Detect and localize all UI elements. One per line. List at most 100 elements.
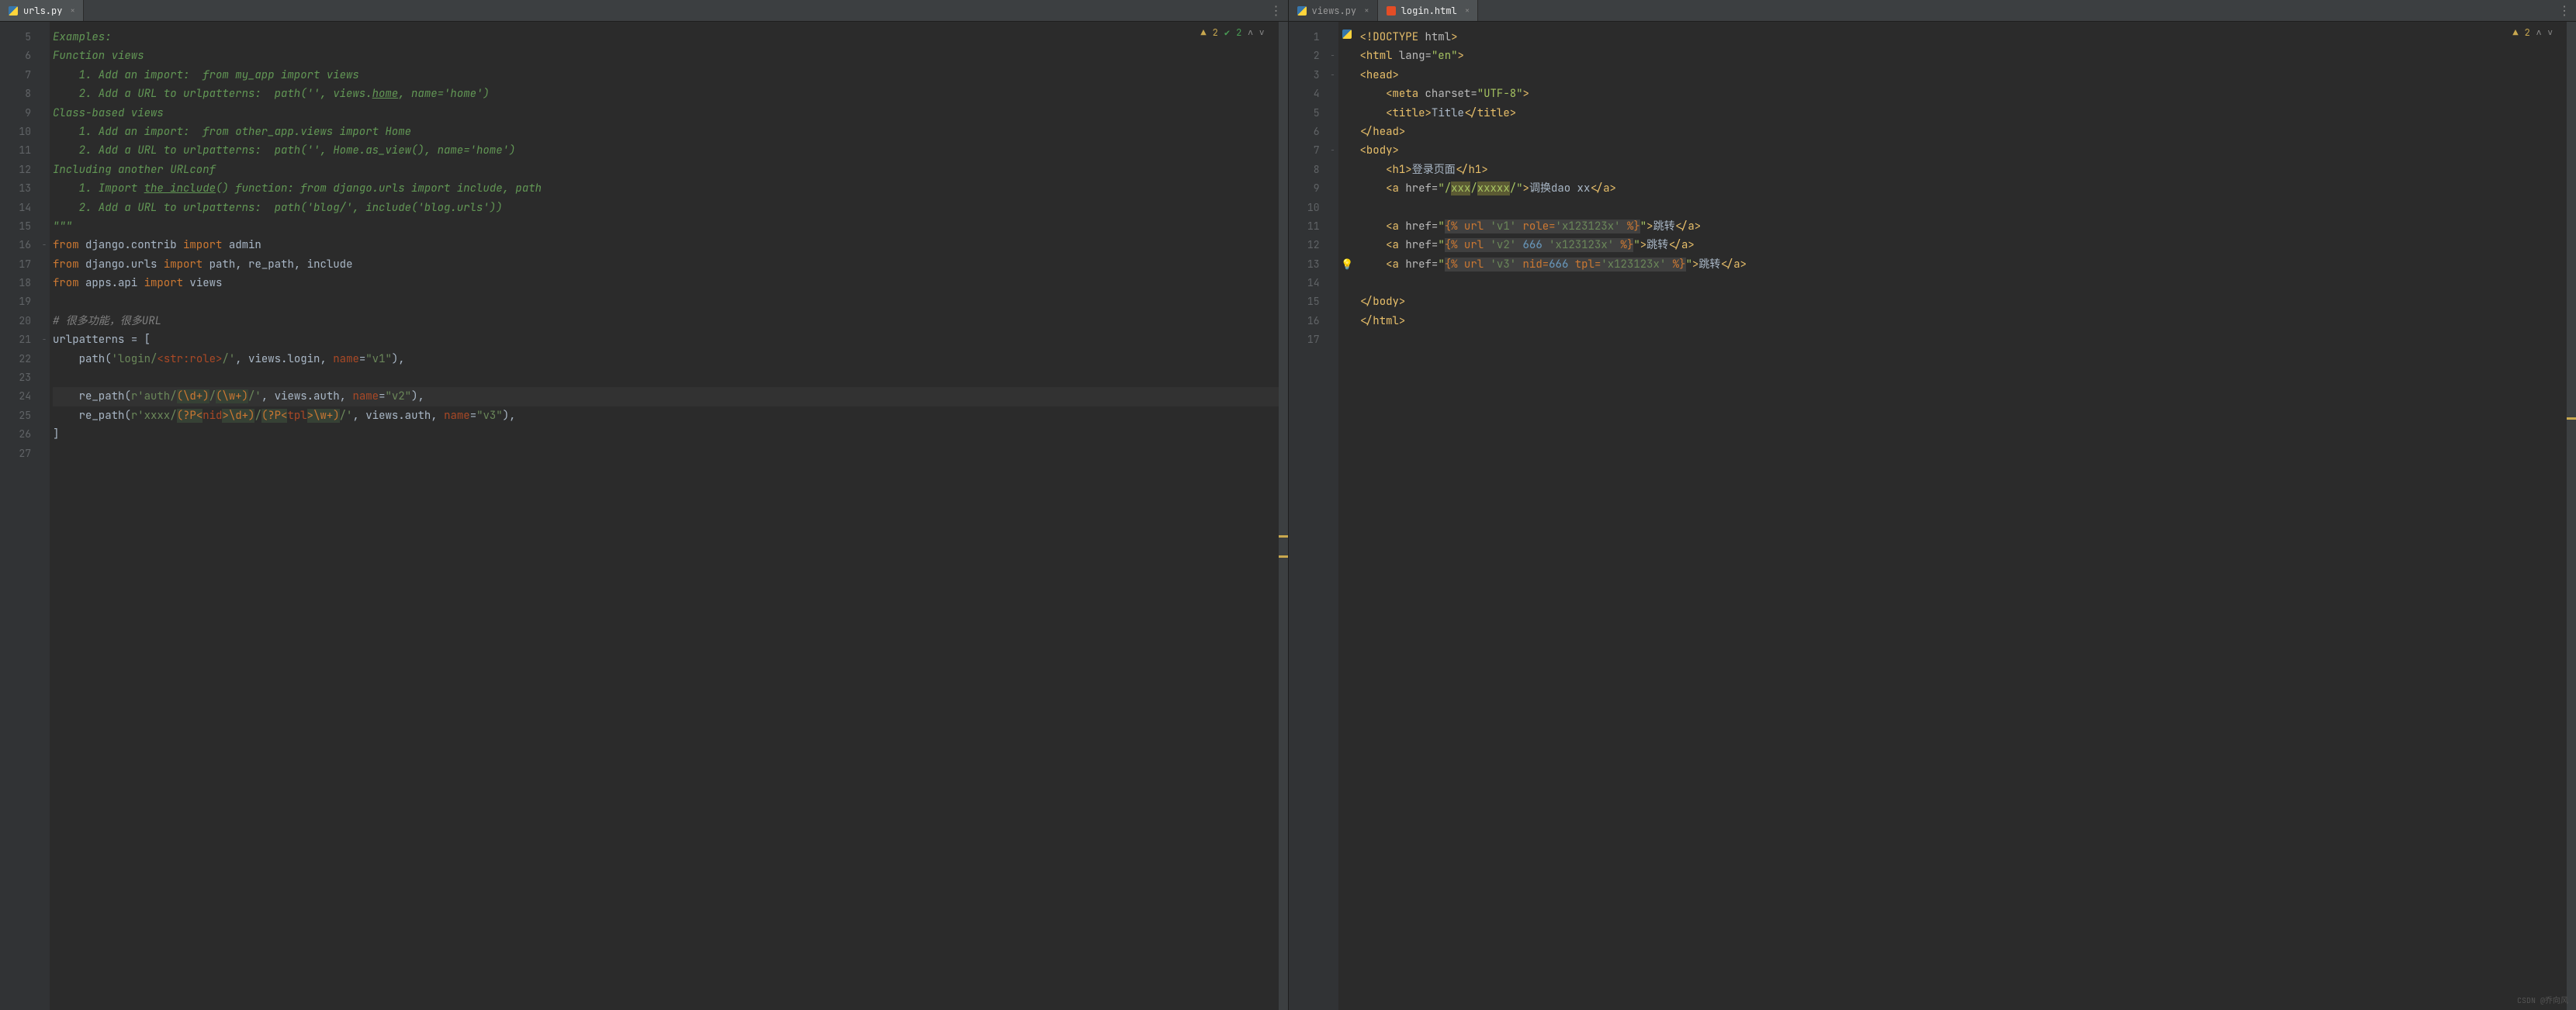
code-line[interactable]: </head> <box>1360 123 2576 141</box>
code-line[interactable]: 1. Add an import: from my_app import vie… <box>53 66 1288 85</box>
line-number[interactable]: 6 <box>0 47 31 65</box>
fold-marker[interactable]: − <box>1328 66 1338 85</box>
line-number[interactable]: 17 <box>1289 330 1320 349</box>
fold-marker[interactable] <box>39 292 50 311</box>
fold-marker[interactable] <box>1328 330 1338 349</box>
line-number[interactable]: 25 <box>0 406 31 425</box>
fold-column[interactable]: −− <box>39 22 50 1010</box>
fold-marker[interactable] <box>39 104 50 123</box>
fold-marker[interactable]: − <box>39 330 50 349</box>
chevron-up-icon[interactable]: ʌ <box>2536 27 2542 38</box>
line-number[interactable]: 22 <box>0 350 31 368</box>
chevron-down-icon[interactable]: v <box>1259 27 1265 38</box>
fold-marker[interactable] <box>39 85 50 103</box>
fold-marker[interactable] <box>39 123 50 141</box>
fold-marker[interactable] <box>1328 312 1338 330</box>
tab-views-py[interactable]: views.py × <box>1289 0 1378 21</box>
tab-login-html[interactable]: login.html × <box>1378 0 1479 21</box>
code-line[interactable]: <meta charset="UTF-8"> <box>1360 85 2576 103</box>
line-number[interactable]: 11 <box>0 141 31 160</box>
fold-marker[interactable] <box>39 406 50 425</box>
lightbulb-icon[interactable]: 💡 <box>1341 258 1353 271</box>
line-number[interactable]: 19 <box>0 292 31 311</box>
code-line[interactable]: 2. Add a URL to urlpatterns: path('', vi… <box>53 85 1288 103</box>
fold-marker[interactable] <box>1328 179 1338 198</box>
close-icon[interactable]: × <box>1364 5 1369 16</box>
code-line[interactable] <box>1360 199 2576 217</box>
inspection-widget[interactable]: ▲2 ✔2 ʌ v <box>1200 26 1264 39</box>
code-line[interactable]: 1. Import the include() function: from d… <box>53 179 1288 198</box>
fold-marker[interactable] <box>39 161 50 179</box>
code-line[interactable]: <a href="{% url 'v1' role='x123123x' %}"… <box>1360 217 2576 236</box>
code-line[interactable]: </body> <box>1360 292 2576 311</box>
line-number[interactable]: 6 <box>1289 123 1320 141</box>
code-line[interactable]: <title>Title</title> <box>1360 104 2576 123</box>
code-area[interactable]: Examples:Function views 1. Add an import… <box>50 22 1288 1010</box>
line-number[interactable]: 27 <box>0 444 31 463</box>
code-line[interactable]: """ <box>53 217 1288 236</box>
line-number[interactable]: 17 <box>0 255 31 274</box>
line-number[interactable]: 1 <box>1289 28 1320 47</box>
code-line[interactable]: <head> <box>1360 66 2576 85</box>
code-line[interactable]: urlpatterns = [ <box>53 330 1288 349</box>
tab-menu-icon[interactable]: ⋮ <box>2558 2 2570 19</box>
right-editor[interactable]: ▲2 ʌ v 1234567891011121314151617 −−− 💡 <… <box>1289 22 2576 1010</box>
fold-marker[interactable] <box>39 255 50 274</box>
code-line[interactable]: 1. Add an import: from other_app.views i… <box>53 123 1288 141</box>
code-line[interactable]: from django.urls import path, re_path, i… <box>53 255 1288 274</box>
line-number[interactable]: 11 <box>1289 217 1320 236</box>
fold-marker[interactable] <box>39 444 50 463</box>
close-icon[interactable]: × <box>70 5 75 16</box>
line-number[interactable]: 13 <box>0 179 31 198</box>
line-number[interactable]: 16 <box>0 236 31 254</box>
code-line[interactable] <box>53 368 1288 387</box>
fold-marker[interactable] <box>39 312 50 330</box>
line-number[interactable]: 18 <box>0 274 31 292</box>
line-number[interactable]: 21 <box>0 330 31 349</box>
code-line[interactable]: from django.contrib import admin <box>53 236 1288 254</box>
chevron-up-icon[interactable]: ʌ <box>1248 27 1253 38</box>
line-number[interactable]: 14 <box>0 199 31 217</box>
fold-marker[interactable] <box>1328 236 1338 254</box>
line-number[interactable]: 9 <box>0 104 31 123</box>
fold-marker[interactable] <box>39 350 50 368</box>
fold-column[interactable]: −−− <box>1328 22 1338 1010</box>
fold-marker[interactable] <box>39 199 50 217</box>
line-number[interactable]: 12 <box>0 161 31 179</box>
fold-marker[interactable] <box>39 368 50 387</box>
line-number[interactable]: 10 <box>0 123 31 141</box>
line-number[interactable]: 10 <box>1289 199 1320 217</box>
line-number[interactable]: 7 <box>0 66 31 85</box>
line-number[interactable]: 3 <box>1289 66 1320 85</box>
code-line[interactable]: <body> <box>1360 141 2576 160</box>
code-line[interactable]: ] <box>53 425 1288 444</box>
line-number[interactable]: 24 <box>0 387 31 406</box>
fold-marker[interactable] <box>39 217 50 236</box>
line-number[interactable]: 14 <box>1289 274 1320 292</box>
left-editor[interactable]: ▲2 ✔2 ʌ v 567891011121314151617181920212… <box>0 22 1288 1010</box>
line-number[interactable]: 26 <box>0 425 31 444</box>
line-gutter[interactable]: 1234567891011121314151617 <box>1289 22 1328 1010</box>
code-line[interactable]: from apps.api import views <box>53 274 1288 292</box>
code-line[interactable]: <a href="{% url 'v3' nid=666 tpl='x12312… <box>1360 255 2576 274</box>
code-line[interactable]: # 很多功能，很多URL <box>53 312 1288 330</box>
fold-marker[interactable] <box>39 274 50 292</box>
tab-urls-py[interactable]: urls.py × <box>0 0 84 21</box>
line-number[interactable]: 23 <box>0 368 31 387</box>
fold-marker[interactable] <box>1328 217 1338 236</box>
fold-marker[interactable] <box>1328 104 1338 123</box>
code-line[interactable]: <a href="/xxx/xxxxx/">调换dao xx</a> <box>1360 179 2576 198</box>
fold-marker[interactable] <box>1328 274 1338 292</box>
line-number[interactable]: 5 <box>0 28 31 47</box>
fold-marker[interactable] <box>1328 199 1338 217</box>
fold-marker[interactable] <box>39 387 50 406</box>
code-area[interactable]: <!DOCTYPE html><html lang="en"><head> <m… <box>1357 22 2576 1010</box>
scrollbar[interactable] <box>1279 22 1288 1010</box>
code-line[interactable]: re_path(r'xxxx/(?P<nid>\d+)/(?P<tpl>\w+)… <box>53 406 1288 425</box>
fold-marker[interactable] <box>39 179 50 198</box>
inspection-widget[interactable]: ▲2 ʌ v <box>2512 26 2553 39</box>
code-line[interactable]: Examples: <box>53 28 1288 47</box>
code-line[interactable]: <a href="{% url 'v2' 666 'x123123x' %}">… <box>1360 236 2576 254</box>
line-number[interactable]: 5 <box>1289 104 1320 123</box>
chevron-down-icon[interactable]: v <box>2547 27 2553 38</box>
